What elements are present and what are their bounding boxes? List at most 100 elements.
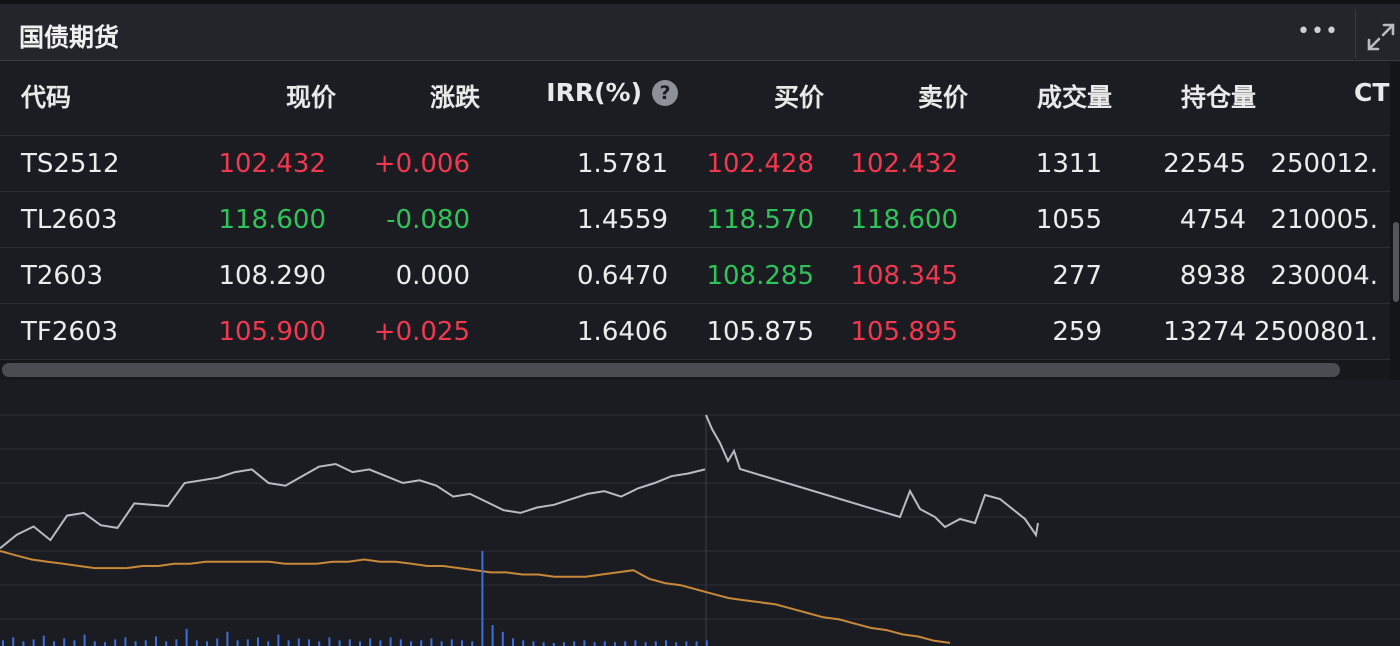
cell-price: 105.900 bbox=[218, 317, 326, 347]
vertical-scrollbar-track[interactable] bbox=[1390, 62, 1400, 380]
volume-bar bbox=[512, 638, 514, 646]
volume-bar bbox=[399, 639, 402, 646]
volume-bar bbox=[614, 642, 616, 646]
col-irr[interactable]: IRR(%)? bbox=[546, 78, 678, 107]
table-row[interactable]: T2603 108.290 0.000 0.6470 108.285 108.345 277… bbox=[0, 248, 1390, 304]
cell-volume: 277 bbox=[1052, 261, 1102, 291]
volume-bar bbox=[226, 631, 229, 646]
cell-change: +0.006 bbox=[373, 149, 470, 179]
cell-bid: 105.875 bbox=[706, 317, 814, 347]
volume-bar bbox=[593, 642, 596, 646]
cell-volume: 259 bbox=[1052, 317, 1102, 347]
cell-change: 0.000 bbox=[395, 261, 470, 291]
cell-irr: 1.5781 bbox=[577, 149, 668, 179]
cell-ctd: 250012. bbox=[1270, 149, 1378, 179]
volume-bar bbox=[410, 641, 412, 646]
volume-bar bbox=[491, 625, 494, 646]
cell-bid: 118.570 bbox=[706, 205, 814, 235]
cell-ask: 102.432 bbox=[850, 149, 958, 179]
cell-ctd: 210005. bbox=[1270, 205, 1378, 235]
volume-bar bbox=[359, 641, 361, 646]
volume-bar bbox=[665, 640, 667, 646]
cell-volume: 1311 bbox=[1035, 149, 1102, 179]
volume-bar bbox=[348, 639, 351, 646]
col-ctd[interactable]: CT bbox=[1354, 78, 1389, 107]
volume-bar bbox=[450, 639, 453, 646]
cell-price: 118.600 bbox=[218, 205, 326, 235]
cell-price: 108.290 bbox=[218, 261, 326, 291]
intraday-chart[interactable] bbox=[0, 381, 1400, 646]
table-header-spacer bbox=[0, 121, 1390, 136]
col-open-interest[interactable]: 持仓量 bbox=[1181, 78, 1256, 114]
table-row[interactable]: TS2512 102.432 +0.006 1.5781 102.428 102.432 1… bbox=[0, 136, 1390, 192]
cell-code: T2603 bbox=[21, 261, 104, 291]
horizontal-scrollbar-thumb[interactable] bbox=[2, 363, 1340, 377]
average-price-line bbox=[0, 550, 951, 644]
cell-irr: 1.6406 bbox=[577, 317, 668, 347]
volume-bar bbox=[297, 638, 300, 646]
volume-bar bbox=[216, 638, 219, 646]
expand-icon[interactable] bbox=[1366, 22, 1396, 52]
more-dots-icon[interactable]: ••• bbox=[1297, 14, 1338, 50]
volume-bar bbox=[328, 637, 331, 646]
volume-bar bbox=[165, 641, 168, 646]
cell-ctd: 230004. bbox=[1270, 261, 1378, 291]
volume-bar bbox=[369, 638, 372, 646]
col-irr-label: IRR(%) bbox=[546, 78, 642, 107]
help-icon[interactable]: ? bbox=[652, 80, 678, 106]
volume-bar bbox=[63, 638, 66, 646]
cell-code: TF2603 bbox=[21, 317, 119, 347]
volume-bar bbox=[73, 640, 76, 646]
volume-bar bbox=[175, 639, 178, 646]
volume-bar bbox=[675, 642, 678, 646]
volume-bar bbox=[379, 640, 382, 646]
col-bid[interactable]: 买价 bbox=[774, 78, 824, 114]
volume-bar bbox=[257, 637, 259, 646]
volume-bar bbox=[654, 641, 657, 646]
panel-header: 国债期货 ••• bbox=[0, 4, 1400, 61]
cell-volume: 1055 bbox=[1035, 205, 1102, 235]
col-price[interactable]: 现价 bbox=[286, 78, 336, 114]
volume-bar bbox=[267, 641, 270, 646]
cell-ask: 105.895 bbox=[850, 317, 958, 347]
cell-change: +0.025 bbox=[373, 317, 470, 347]
volume-bar bbox=[124, 637, 127, 646]
volume-bar bbox=[308, 639, 310, 646]
volume-bar bbox=[12, 637, 15, 646]
volume-bar bbox=[53, 641, 55, 646]
volume-bar bbox=[440, 641, 443, 646]
volume-bar bbox=[104, 642, 106, 646]
volume-bar bbox=[603, 641, 606, 646]
table-row[interactable]: TL2603 118.600 -0.080 1.4559 118.570 118.600 1… bbox=[0, 192, 1390, 248]
table-row[interactable]: TF2603 105.900 +0.025 1.6406 105.875 105.895 2… bbox=[0, 304, 1390, 360]
volume-bar bbox=[471, 641, 474, 646]
volume-bar bbox=[542, 642, 545, 646]
volume-bar bbox=[42, 635, 45, 646]
col-code[interactable]: 代码 bbox=[21, 78, 71, 114]
volume-bar bbox=[501, 631, 504, 646]
volume-bar bbox=[93, 641, 96, 646]
col-volume[interactable]: 成交量 bbox=[1037, 78, 1112, 114]
cell-open-interest: 8938 bbox=[1179, 261, 1246, 291]
cell-price: 102.432 bbox=[218, 149, 326, 179]
volume-bar bbox=[318, 641, 321, 646]
volume-bar bbox=[430, 638, 433, 646]
volume-bar bbox=[144, 640, 147, 646]
volume-bar bbox=[583, 640, 586, 646]
col-change[interactable]: 涨跌 bbox=[430, 78, 480, 114]
volume-bar bbox=[420, 640, 423, 646]
panel-title: 国债期货 bbox=[19, 23, 120, 52]
volume-bar bbox=[32, 639, 35, 646]
volume-bar bbox=[563, 642, 565, 646]
vertical-scrollbar-thumb[interactable] bbox=[1393, 222, 1399, 302]
cell-open-interest: 4754 bbox=[1179, 205, 1246, 235]
col-ask[interactable]: 卖价 bbox=[918, 78, 968, 114]
volume-bar bbox=[634, 640, 637, 646]
volume-bar bbox=[695, 641, 698, 646]
volume-bar bbox=[155, 636, 157, 646]
cell-bid: 102.428 bbox=[706, 149, 814, 179]
table-header: 代码 现价 涨跌 IRR(%)? 买价 卖价 成交量 持仓量 CT bbox=[0, 62, 1400, 120]
volume-bar bbox=[685, 641, 688, 646]
volume-bar bbox=[2, 640, 4, 646]
cell-ask: 108.345 bbox=[850, 261, 958, 291]
